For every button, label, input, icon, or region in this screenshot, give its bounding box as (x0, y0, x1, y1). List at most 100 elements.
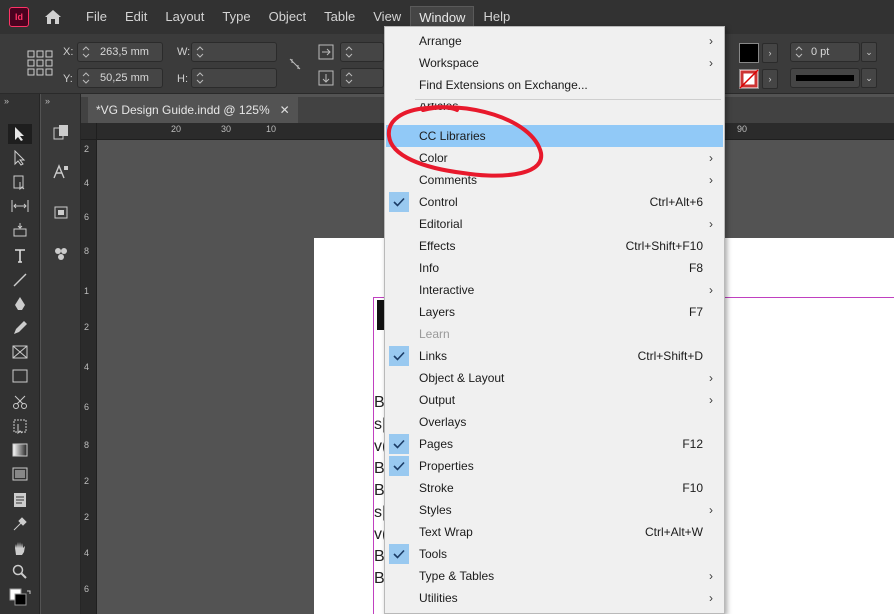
scale-y-icon[interactable] (318, 70, 334, 86)
cc-libraries-icon[interactable] (49, 242, 73, 266)
h-label: H: (177, 73, 188, 85)
gap-tool-icon[interactable] (8, 196, 32, 216)
menu-layout[interactable]: Layout (156, 6, 213, 28)
menu-item-overlays[interactable]: Overlays (386, 411, 723, 433)
home-icon[interactable] (43, 7, 63, 27)
menu-table[interactable]: Table (315, 6, 364, 28)
spinner-icon[interactable] (195, 45, 205, 59)
menu-view[interactable]: View (364, 6, 410, 28)
menu-item-comments[interactable]: Comments › (386, 169, 723, 191)
zoom-tool-icon[interactable] (8, 562, 32, 582)
menu-object[interactable]: Object (260, 6, 316, 28)
menu-item-color[interactable]: Color › (386, 147, 723, 169)
stroke-type-field[interactable] (790, 68, 860, 88)
fill-dropdown-button[interactable]: › (762, 43, 778, 63)
menu-window[interactable]: Window (410, 6, 475, 28)
gradient-feather-tool-icon[interactable] (8, 464, 32, 484)
reference-point-icon[interactable] (27, 50, 53, 76)
scale-x-field[interactable] (340, 42, 384, 62)
submenu-arrow-icon: › (709, 283, 713, 297)
ruler-tick: 4 (84, 362, 90, 372)
ruler-tick: 2 (84, 476, 90, 486)
eyedropper-tool-icon[interactable] (8, 514, 32, 534)
fill-swatch[interactable] (739, 43, 759, 63)
hand-tool-icon[interactable] (8, 538, 32, 558)
menu-item-styles[interactable]: Styles › (386, 499, 723, 521)
ruler-tick: 2 (84, 322, 90, 332)
stroke-type-dropdown[interactable]: ⌄ (861, 68, 877, 88)
scissors-tool-icon[interactable] (8, 392, 32, 412)
menu-item-editorial[interactable]: Editorial › (386, 213, 723, 235)
stroke-dropdown-button[interactable]: › (762, 69, 778, 89)
note-tool-icon[interactable] (8, 490, 32, 510)
h-field[interactable] (191, 68, 277, 88)
spinner-icon[interactable] (81, 45, 91, 59)
menu-item-effects[interactable]: Effects Ctrl+Shift+F10 (386, 235, 723, 257)
menu-file[interactable]: File (77, 6, 116, 28)
window-menu-dropdown: Arrange › Workspace › Find Extensions on E… (384, 26, 725, 614)
submenu-arrow-icon: › (709, 591, 713, 605)
menu-item-utilities[interactable]: Utilities › (386, 587, 723, 609)
free-transform-tool-icon[interactable] (8, 416, 32, 436)
scale-y-field[interactable] (340, 68, 384, 88)
spinner-icon[interactable] (81, 71, 91, 85)
menu-item-control[interactable]: Control Ctrl+Alt+6 (386, 191, 723, 213)
gradient-swatch-tool-icon[interactable] (8, 440, 32, 460)
document-tab-title: *VG Design Guide.indd @ 125% (96, 103, 270, 117)
fill-stroke-icon[interactable] (8, 588, 32, 608)
x-field[interactable]: 263,5 mm (77, 42, 163, 62)
close-tab-icon[interactable]: ✕ (280, 103, 290, 117)
collapse-icon[interactable]: » (45, 96, 50, 106)
w-field[interactable] (191, 42, 277, 62)
stroke-weight-dropdown[interactable]: ⌄ (861, 42, 877, 62)
scale-x-icon[interactable] (318, 44, 334, 60)
menu-item-cc-libraries[interactable]: CC Libraries (386, 125, 723, 147)
stroke-swatch-icon[interactable] (739, 69, 759, 89)
menu-item-articles[interactable]: Articles (386, 103, 723, 115)
menu-item-pages[interactable]: Pages F12 (386, 433, 723, 455)
pencil-tool-icon[interactable] (8, 318, 32, 338)
menu-item-tools[interactable]: Tools (386, 543, 723, 565)
menu-item-links[interactable]: Links Ctrl+Shift+D (386, 345, 723, 367)
content-collector-icon[interactable] (8, 220, 32, 240)
menu-item-layers[interactable]: Layers F7 (386, 301, 723, 323)
menu-item-learn: Learn (419, 327, 450, 341)
checkmark-icon (389, 192, 409, 212)
menu-item-output[interactable]: Output › (386, 389, 723, 411)
y-value: 50,25 mm (100, 72, 149, 84)
menu-item-arrange[interactable]: Arrange › (386, 30, 723, 52)
page-tool-icon[interactable] (8, 172, 32, 192)
menu-item-text-wrap[interactable]: Text Wrap Ctrl+Alt+W (386, 521, 723, 543)
spinner-icon[interactable] (344, 71, 354, 85)
menu-item-interactive[interactable]: Interactive › (386, 279, 723, 301)
menu-item-type-tables[interactable]: Type & Tables › (386, 565, 723, 587)
rectangle-frame-tool-icon[interactable] (8, 342, 32, 362)
menu-item-properties[interactable]: Properties (386, 455, 723, 477)
menu-edit[interactable]: Edit (116, 6, 156, 28)
menu-help[interactable]: Help (474, 6, 519, 28)
object-styles-icon[interactable] (49, 200, 73, 224)
collapse-icon[interactable]: » (4, 96, 9, 106)
menu-item-object-layout[interactable]: Object & Layout › (386, 367, 723, 389)
selection-tool-icon[interactable] (8, 124, 32, 144)
menu-item-workspace[interactable]: Workspace › (386, 52, 723, 74)
constrain-proportions-icon[interactable] (287, 56, 303, 72)
menu-item-stroke[interactable]: Stroke F10 (386, 477, 723, 499)
y-field[interactable]: 50,25 mm (77, 68, 163, 88)
menu-item-info[interactable]: Info F8 (386, 257, 723, 279)
spinner-icon[interactable] (195, 71, 205, 85)
pages-panel-icon[interactable] (49, 120, 73, 144)
document-tab[interactable]: *VG Design Guide.indd @ 125% ✕ (88, 97, 298, 123)
menu-item-find-extensions[interactable]: Find Extensions on Exchange... (386, 74, 723, 96)
line-tool-icon[interactable] (8, 270, 32, 290)
stroke-weight-field[interactable]: 0 pt (790, 42, 860, 62)
spinner-icon[interactable] (794, 45, 804, 59)
type-tool-icon[interactable] (8, 246, 32, 266)
direct-selection-tool-icon[interactable] (8, 148, 32, 168)
ruler-origin[interactable] (81, 123, 97, 140)
rectangle-tool-icon[interactable] (8, 366, 32, 386)
character-styles-icon[interactable] (49, 160, 73, 184)
menu-type[interactable]: Type (213, 6, 259, 28)
spinner-icon[interactable] (344, 45, 354, 59)
pen-tool-icon[interactable] (8, 294, 32, 314)
